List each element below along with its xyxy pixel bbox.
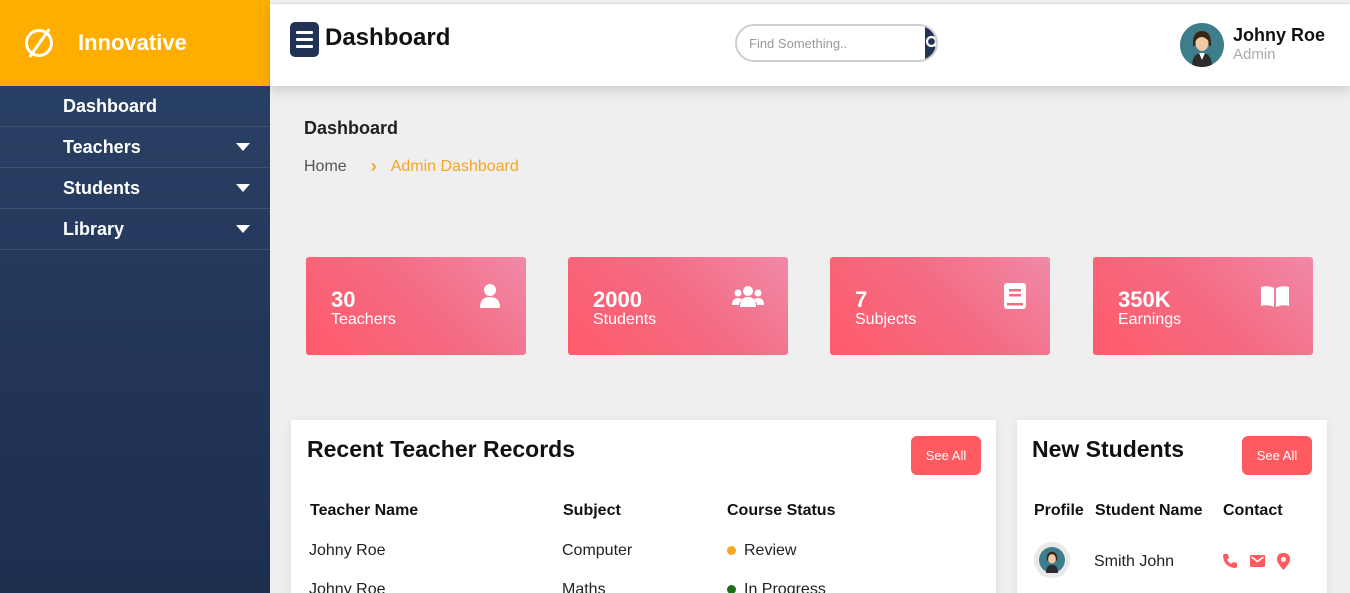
search-input[interactable] <box>737 26 925 60</box>
hamburger-icon-line <box>296 45 313 48</box>
top-bar: Dashboard Johny Roe Admin <box>270 3 1350 86</box>
sidebar-item-dashboard[interactable]: Dashboard <box>0 86 270 127</box>
student-name: Smith John <box>1094 553 1175 570</box>
teacher-name: Johny Roe <box>309 581 386 593</box>
status-text: Review <box>744 542 797 559</box>
see-all-teachers-button[interactable]: See All <box>911 436 981 475</box>
stat-value: 2000 <box>593 287 642 312</box>
column-header: Teacher Name <box>310 502 419 519</box>
stat-card-students[interactable]: 2000 Students <box>568 257 788 355</box>
search-icon <box>925 35 936 48</box>
stat-value: 30 <box>331 287 356 312</box>
sidebar-item-label: Library <box>63 218 125 239</box>
sidebar-item-label: Students <box>63 177 141 198</box>
sidebar-item-label: Teachers <box>63 136 141 157</box>
chevron-right-icon: › <box>370 156 377 176</box>
user-menu[interactable]: Johny Roe Admin <box>1180 23 1325 67</box>
new-students-panel: New Students See All Profile Student Nam… <box>1017 420 1327 593</box>
header-title: Dashboard <box>325 24 451 51</box>
caret-down-icon <box>236 184 250 192</box>
hamburger-icon <box>296 31 313 34</box>
user-icon <box>480 284 500 308</box>
panel-title: New Students <box>1032 436 1185 462</box>
location-icon[interactable] <box>1277 553 1290 570</box>
caret-down-icon <box>236 143 250 151</box>
breadcrumb-home[interactable]: Home <box>304 158 347 176</box>
stat-value: 350K <box>1118 287 1171 312</box>
user-role: Admin <box>1233 46 1276 63</box>
stat-label: Subjects <box>855 311 917 328</box>
sidebar-item-label: Dashboard <box>63 95 158 116</box>
breadcrumb: Home › Admin Dashboard <box>304 156 519 177</box>
stat-card-teachers[interactable]: 30 Teachers <box>306 257 526 355</box>
teacher-records-panel: Recent Teacher Records See All Teacher N… <box>291 420 996 593</box>
course-status: In Progress <box>727 581 826 593</box>
column-header: Student Name <box>1095 502 1203 519</box>
stat-card-subjects[interactable]: 7 Subjects <box>830 257 1050 355</box>
see-all-students-button[interactable]: See All <box>1242 436 1312 475</box>
status-text: In Progress <box>744 581 826 593</box>
stat-value: 7 <box>855 287 868 312</box>
column-header: Course Status <box>727 502 836 519</box>
stat-label: Students <box>593 311 657 328</box>
student-avatar <box>1034 542 1070 578</box>
hamburger-icon-line <box>296 38 313 41</box>
user-avatar <box>1180 23 1224 67</box>
sidebar-item-students[interactable]: Students <box>0 168 270 209</box>
book-icon <box>1004 283 1026 309</box>
status-dot-icon <box>727 546 736 556</box>
caret-down-icon <box>236 225 250 233</box>
users-icon <box>732 286 764 307</box>
breadcrumb-current: Admin Dashboard <box>390 157 519 175</box>
open-book-icon <box>1261 286 1289 307</box>
course-status: Review <box>727 542 796 560</box>
sidebar-item-teachers[interactable]: Teachers <box>0 127 270 168</box>
column-header: Profile <box>1034 502 1084 519</box>
stat-label: Earnings <box>1118 311 1182 328</box>
column-header: Subject <box>563 502 621 519</box>
sidebar-item-library[interactable]: Library <box>0 209 270 250</box>
menu-toggle-button[interactable] <box>290 22 319 57</box>
brand[interactable]: Innovative <box>0 0 270 86</box>
teacher-subject: Computer <box>562 542 633 559</box>
stat-label: Teachers <box>331 311 396 328</box>
brand-logo-icon <box>25 29 53 57</box>
stat-card-earnings[interactable]: 350K Earnings <box>1093 257 1313 355</box>
search-button[interactable] <box>925 26 936 60</box>
teacher-name: Johny Roe <box>309 542 386 559</box>
column-header: Contact <box>1223 502 1283 519</box>
teacher-subject: Maths <box>562 581 606 593</box>
search-box <box>735 24 938 62</box>
sidebar: Innovative Dashboard Teachers Students L… <box>0 0 270 593</box>
mail-icon[interactable] <box>1250 554 1265 568</box>
brand-name: Innovative <box>78 30 187 55</box>
phone-icon[interactable] <box>1222 553 1238 569</box>
page-title: Dashboard <box>304 118 399 138</box>
user-name: Johny Roe <box>1233 25 1326 45</box>
panel-title: Recent Teacher Records <box>307 436 576 462</box>
status-dot-icon <box>727 585 736 593</box>
